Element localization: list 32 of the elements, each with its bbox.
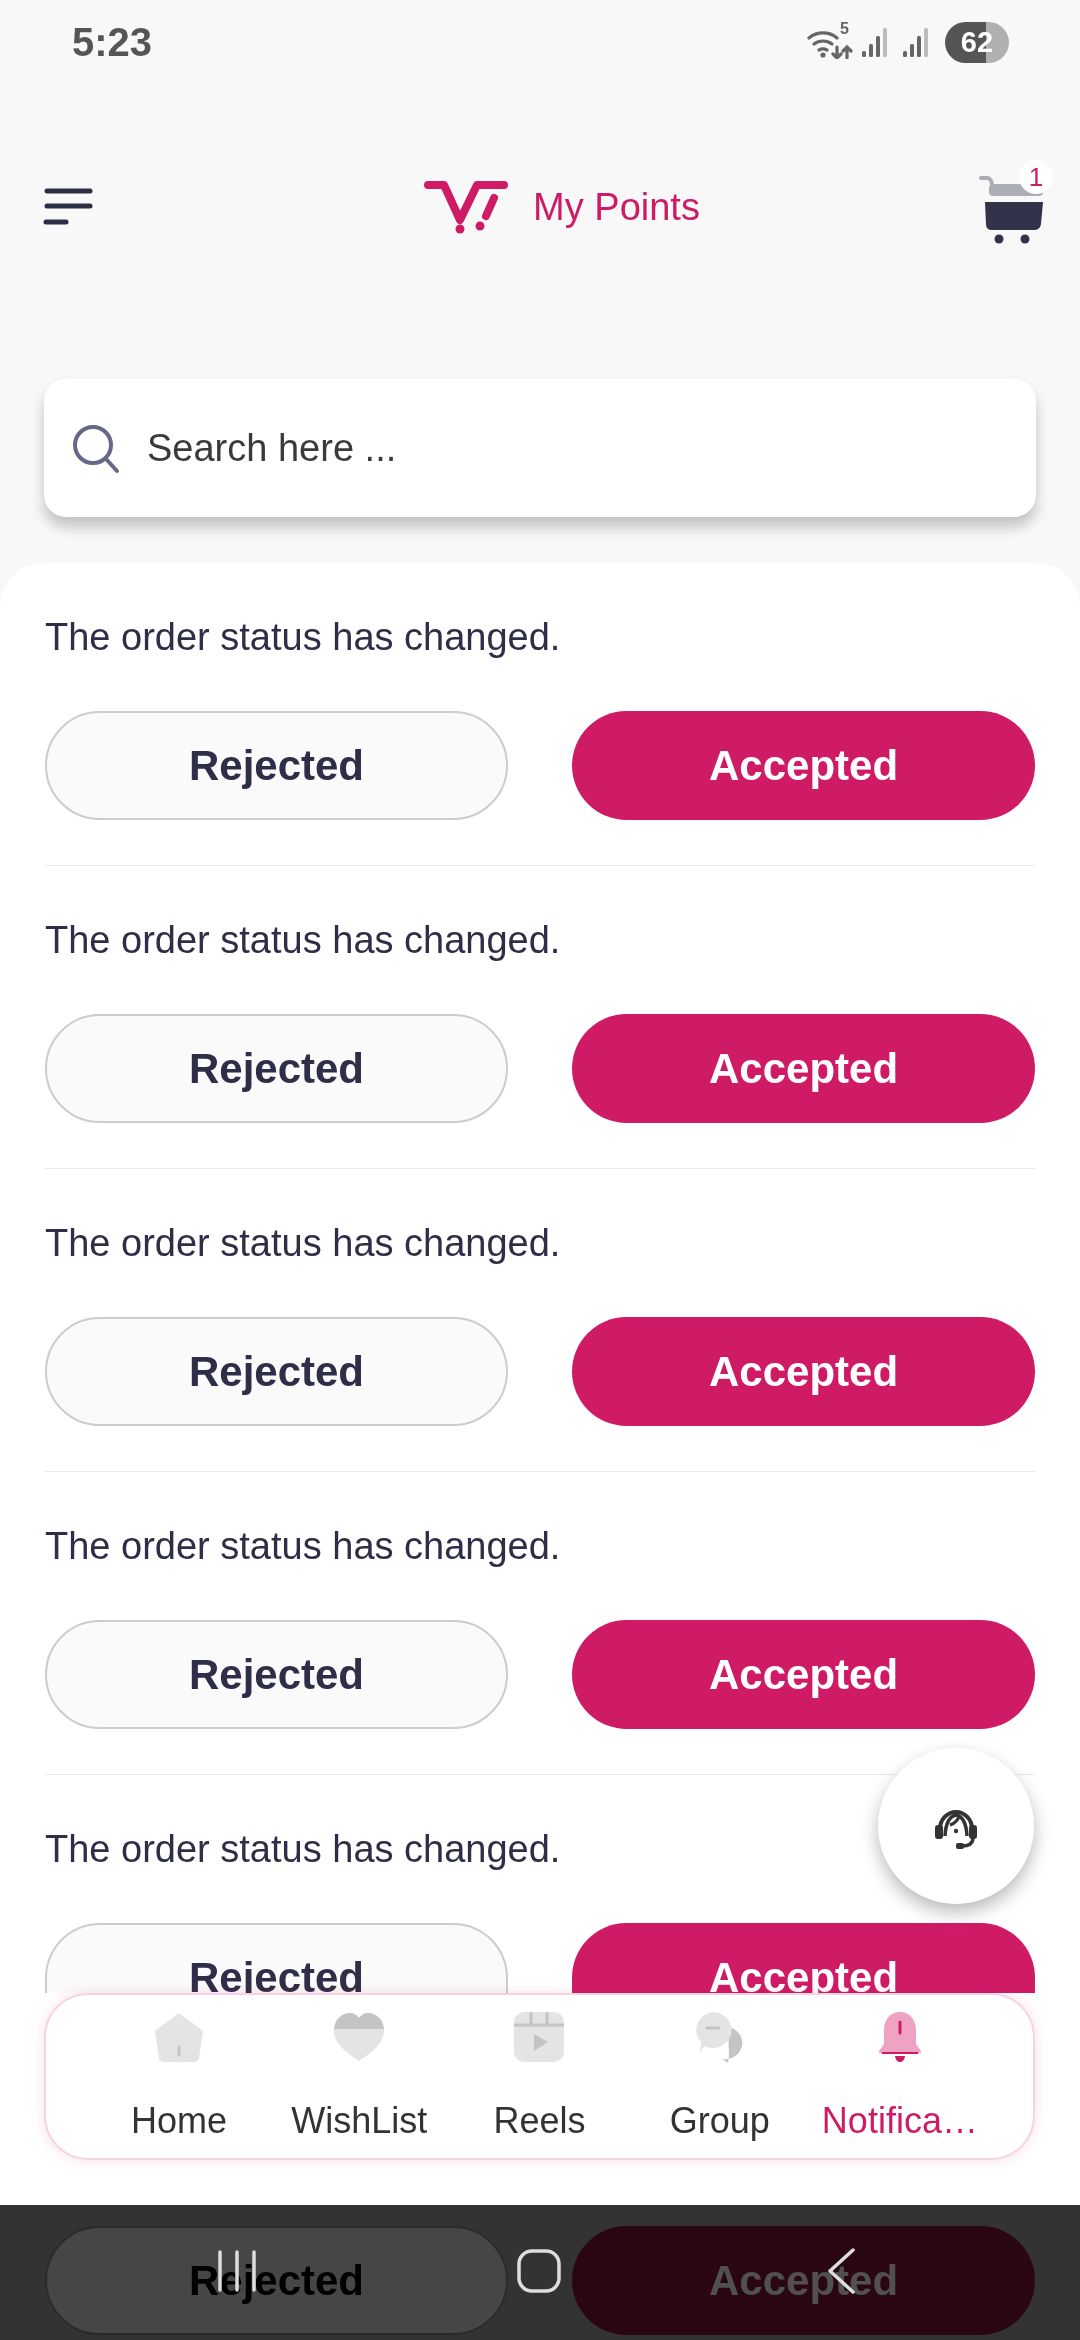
nav-tab[interactable]: WishList — [269, 1995, 450, 2158]
accept-button[interactable]: Accepted — [572, 711, 1035, 820]
reject-button[interactable]: Rejected — [45, 1014, 508, 1123]
wifi-band-label: 5 — [840, 21, 849, 37]
accept-button[interactable]: Accepted — [572, 1620, 1035, 1729]
page-title: My Points — [533, 188, 700, 226]
nav-tab[interactable]: Notifica… — [809, 1995, 990, 2158]
logo-icon — [424, 179, 509, 235]
cart-count-badge: 1 — [1019, 160, 1053, 194]
accept-button[interactable]: Accepted — [572, 1014, 1035, 1123]
notification-message: The order status has changed. — [45, 1221, 562, 1266]
notification-message: The order status has changed. — [45, 615, 562, 660]
accept-button[interactable]: Accepted — [572, 1317, 1035, 1426]
reject-button[interactable]: Rejected — [45, 1923, 508, 1993]
reject-button[interactable]: Rejected — [45, 1317, 508, 1426]
notification-message: The order status has changed. — [45, 918, 562, 963]
accept-button[interactable]: Accepted — [572, 1923, 1035, 1993]
search-field[interactable]: Search here ... — [44, 379, 1036, 517]
search-icon — [72, 424, 120, 474]
battery-indicator: 62 — [945, 21, 1009, 63]
nav-tab[interactable]: Reels — [449, 1995, 630, 2158]
signal-icon — [861, 27, 889, 57]
notification-message: The order status has changed. — [45, 1524, 562, 1569]
reject-button[interactable]: Rejected — [45, 711, 508, 820]
status-time: 5:23 — [72, 22, 153, 62]
nav-tab[interactable]: Home — [89, 1995, 270, 2158]
notification-message: The order status has changed. — [45, 1827, 562, 1872]
reject-button[interactable]: Rejected — [45, 1620, 508, 1729]
nav-tab[interactable]: Group — [629, 1995, 810, 2158]
signal-icon — [902, 27, 930, 57]
home-icon[interactable] — [516, 2248, 562, 2294]
menu-icon[interactable] — [43, 187, 93, 227]
